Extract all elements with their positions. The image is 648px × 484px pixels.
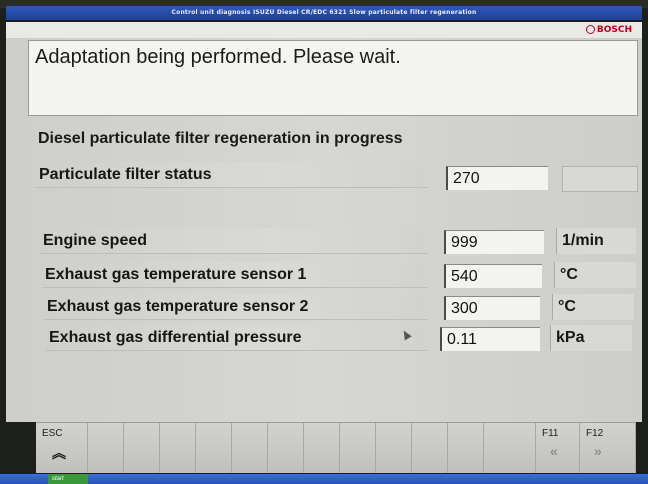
bosch-logo: BOSCH — [585, 25, 632, 35]
function-key-slot[interactable] — [124, 423, 160, 473]
f12-key-button[interactable]: F12 » — [580, 423, 636, 473]
exhaust-temp-sensor-1-value: 540 — [444, 264, 542, 288]
exhaust-temp-sensor-2-value: 300 — [444, 296, 540, 320]
windows-taskbar: start — [0, 474, 648, 484]
double-chevron-left-icon: « — [550, 443, 558, 459]
engine-speed-label: Engine speed — [40, 228, 428, 254]
function-key-slot[interactable] — [484, 423, 536, 473]
window-titlebar: Control unit diagnosis ISUZU Diesel CR/E… — [6, 6, 642, 20]
window-title: Control unit diagnosis ISUZU Diesel CR/E… — [171, 9, 477, 16]
status-message-box: Adaptation being performed. Please wait. — [28, 40, 638, 116]
particulate-filter-status-unit — [562, 166, 638, 192]
function-key-slot[interactable] — [340, 423, 376, 473]
brand-text: BOSCH — [596, 25, 632, 35]
esc-key-label: ESC — [42, 428, 63, 439]
bosch-armature-icon — [585, 25, 595, 34]
f11-key-button[interactable]: F11 « — [536, 423, 580, 473]
double-chevron-up-icon: ︽ — [52, 445, 66, 461]
f12-key-label: F12 — [586, 428, 604, 439]
exhaust-diff-pressure-value: 0.11 — [440, 327, 540, 351]
function-key-slot[interactable] — [196, 423, 232, 473]
function-key-bar: ESC ︽ F11 « F12 » — [36, 422, 636, 473]
engine-speed-value: 999 — [444, 230, 544, 254]
exhaust-temp-sensor-1-label: Exhaust gas temperature sensor 1 — [42, 262, 428, 288]
double-chevron-right-icon: » — [594, 443, 602, 459]
particulate-filter-status-value: 270 — [446, 166, 548, 190]
function-key-slot[interactable] — [88, 423, 124, 473]
exhaust-temp-sensor-2-unit: °C — [552, 294, 634, 320]
section-heading: Diesel particulate filter regeneration i… — [38, 130, 403, 147]
function-key-slot[interactable] — [160, 423, 196, 473]
esc-key-button[interactable]: ESC ︽ — [36, 423, 88, 473]
function-key-slot[interactable] — [304, 423, 340, 473]
exhaust-diff-pressure-unit: kPa — [550, 325, 632, 351]
exhaust-temp-sensor-2-label: Exhaust gas temperature sensor 2 — [44, 294, 428, 320]
exhaust-diff-pressure-label: Exhaust gas differential pressure — [46, 325, 428, 351]
particulate-filter-status-label: Particulate filter status — [36, 162, 428, 188]
engine-speed-unit: 1/min — [556, 228, 636, 254]
f11-key-label: F11 — [542, 428, 559, 439]
function-key-slot[interactable] — [268, 423, 304, 473]
function-key-slot[interactable] — [232, 423, 268, 473]
function-key-slot[interactable] — [376, 423, 412, 473]
status-message: Adaptation being performed. Please wait. — [35, 46, 401, 68]
function-key-slot[interactable] — [448, 423, 484, 473]
exhaust-temp-sensor-1-unit: °C — [554, 262, 636, 288]
function-key-slot[interactable] — [412, 423, 448, 473]
start-button[interactable]: start — [48, 474, 88, 484]
